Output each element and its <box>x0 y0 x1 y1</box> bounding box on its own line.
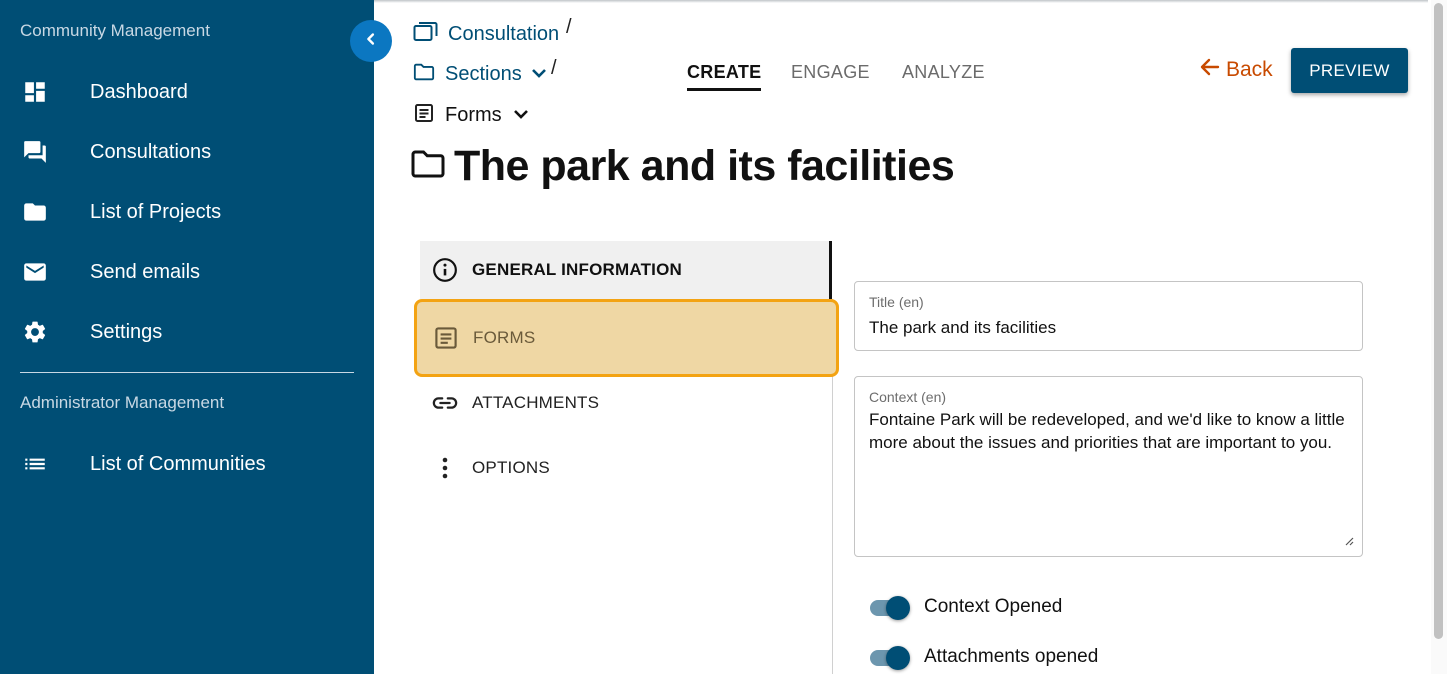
sidebar-item-label: Send emails <box>90 260 201 283</box>
forum-icon <box>22 139 48 165</box>
sidebar-divider <box>20 372 354 373</box>
toggle-label: Attachments opened <box>924 646 1099 667</box>
menu-forms[interactable]: FORMS <box>414 299 839 377</box>
sidebar-item-communities[interactable]: List of Communities <box>0 444 374 484</box>
sidebar-item-label: List of Communities <box>90 452 266 475</box>
info-icon <box>432 257 458 283</box>
folder-outline-icon <box>413 62 435 87</box>
breadcrumb-sections[interactable]: Sections <box>413 62 547 87</box>
list-icon <box>22 451 48 477</box>
tab-engage[interactable]: ENGAGE <box>791 62 870 83</box>
context-field-label: Context (en) <box>869 389 947 405</box>
gear-icon <box>22 319 48 345</box>
library-folder-icon <box>413 20 439 49</box>
title-field-label: Title (en) <box>869 294 924 310</box>
form-icon <box>414 103 434 128</box>
page-title-text: The park and its facilities <box>454 142 955 190</box>
dashboard-icon <box>22 79 48 105</box>
menu-label: FORMS <box>473 328 536 347</box>
context-textarea[interactable]: Context (en) Fontaine Park will be redev… <box>854 376 1363 557</box>
context-opened-toggle[interactable]: Context Opened <box>868 596 1063 620</box>
resize-handle-icon[interactable] <box>1344 533 1354 551</box>
mail-icon <box>22 259 48 285</box>
sidebar-item-label: Settings <box>90 320 163 343</box>
tab-analyze[interactable]: ANALYZE <box>902 62 985 83</box>
form-icon <box>433 325 459 351</box>
title-field-value: The park and its facilities <box>869 318 1057 337</box>
folder-icon <box>22 199 48 225</box>
menu-attachments[interactable]: ATTACHMENTS <box>420 374 830 432</box>
sidebar-item-settings[interactable]: Settings <box>0 312 374 352</box>
menu-options[interactable]: OPTIONS <box>420 439 830 497</box>
preview-button[interactable]: PREVIEW <box>1291 48 1408 93</box>
attachments-opened-toggle[interactable]: Attachments opened <box>868 646 1099 670</box>
breadcrumb-separator: / <box>551 57 557 79</box>
sidebar-item-send-emails[interactable]: Send emails <box>0 252 374 292</box>
menu-label: OPTIONS <box>472 458 550 477</box>
more-vertical-icon <box>432 455 458 481</box>
toggle-thumb <box>886 646 910 670</box>
menu-label: ATTACHMENTS <box>472 393 600 412</box>
breadcrumb-consultation-label: Consultation <box>448 23 560 45</box>
sidebar-item-projects[interactable]: List of Projects <box>0 192 374 232</box>
sidebar: Community Management Dashboard Consultat… <box>0 0 374 674</box>
collapse-sidebar-button[interactable] <box>350 20 392 62</box>
breadcrumb-sections-label: Sections <box>445 63 522 85</box>
toggle-label: Context Opened <box>924 596 1063 617</box>
sidebar-item-dashboard[interactable]: Dashboard <box>0 72 374 112</box>
chevron-down-icon <box>531 66 547 84</box>
title-field[interactable]: Title (en) The park and its facilities <box>854 281 1363 351</box>
page-scrollbar[interactable] <box>1431 0 1447 674</box>
tab-create[interactable]: CREATE <box>687 62 762 91</box>
sidebar-item-label: List of Projects <box>90 200 222 223</box>
breadcrumb-forms[interactable]: Forms <box>414 103 529 128</box>
chevron-left-icon <box>362 30 380 53</box>
page-title: The park and its facilities <box>410 142 955 191</box>
community-management-heading: Community Management <box>20 21 210 40</box>
breadcrumb-separator: / <box>566 16 572 38</box>
arrow-left-icon <box>1200 58 1220 82</box>
menu-label: GENERAL INFORMATION <box>472 260 682 279</box>
menu-active-indicator <box>829 241 832 299</box>
back-label: Back <box>1226 58 1273 81</box>
menu-general-information[interactable]: GENERAL INFORMATION <box>420 241 830 299</box>
breadcrumb-forms-label: Forms <box>445 104 502 126</box>
toggle-switch[interactable] <box>868 596 912 620</box>
administrator-management-heading: Administrator Management <box>20 393 225 412</box>
back-button[interactable]: Back <box>1200 58 1273 82</box>
folder-outline-icon <box>410 148 446 185</box>
chevron-down-icon <box>513 107 529 125</box>
breadcrumb-consultation[interactable]: Consultation <box>413 20 559 49</box>
context-field-value: Fontaine Park will be redeveloped, and w… <box>869 410 1345 452</box>
scrollbar-thumb[interactable] <box>1434 3 1443 639</box>
top-shadow <box>374 0 1428 3</box>
toggle-switch[interactable] <box>868 646 912 670</box>
sidebar-item-consultations[interactable]: Consultations <box>0 132 374 172</box>
sidebar-item-label: Consultations <box>90 140 212 163</box>
toggle-thumb <box>886 596 910 620</box>
sidebar-item-label: Dashboard <box>90 80 188 103</box>
link-icon <box>432 390 458 416</box>
